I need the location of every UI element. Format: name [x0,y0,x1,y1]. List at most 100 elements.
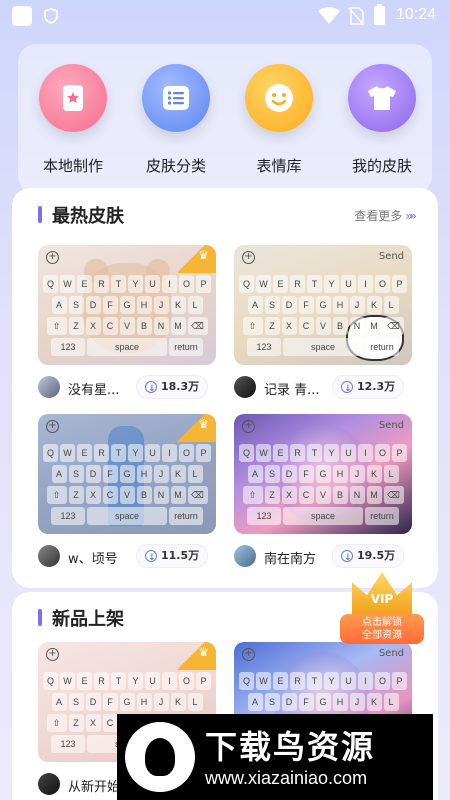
keyboard-row: 123spacereturn [42,507,212,525]
section-title: 新品上架 [52,609,124,630]
keyboard-key: ⇧ [46,317,67,335]
smiley-icon [245,64,313,132]
keyboard-key: U [145,275,160,293]
keyboard-row: ASDFGHJKL [238,465,408,483]
premium-crown-icon [178,642,216,670]
keyboard-key: Z [264,317,280,335]
skin-name: w、顷号 [68,552,118,567]
keyboard-key: J [349,296,365,314]
keyboard-key: D [85,465,101,483]
keyboard-key: H [332,693,348,711]
keyboard-key: M [170,486,186,504]
keyboard-key: A [51,296,67,314]
plus-icon: + [46,420,59,433]
skin-card[interactable]: + Send QWERTYUIOP ASDFGHJKL ⇧ZXCVBNM⌫ 123spa… [234,245,412,409]
keyboard-key: S [264,693,280,711]
avatar [38,376,60,398]
keyboard-key: C [102,486,118,504]
keyboard-key: D [281,296,297,314]
keyboard-key: R [290,672,305,690]
keyboard-key: Q [43,672,58,690]
download-count: 18.3万 [161,380,200,393]
keyboard-key: N [153,486,169,504]
category-emoji-library[interactable]: 表情库 [234,64,324,176]
keyboard-key: R [290,444,305,462]
keyboard-keys: QWERTYUIOP ASDFGHJKL ⇧ZXCVBNM⌫ 123spaceretu… [42,275,212,359]
download-count-badge: 12.3万 [332,375,404,400]
keyboard-key: X [85,317,101,335]
send-key: Send [378,648,404,659]
no-sim-icon [348,7,364,25]
keyboard-key: R [290,275,305,293]
keyboard-key: J [153,465,169,483]
keyboard-key: Y [128,444,143,462]
tshirt-icon [348,64,416,132]
keyboard-key: Z [264,486,280,504]
keyboard-row: ASDFGHJKL [42,693,212,711]
category-label: 表情库 [256,157,302,175]
skin-card[interactable]: + Send QWERTYUIOP ASDFGHJKL ⇧ZXCVBNM⌫ 123spa… [234,414,412,578]
keyboard-key: T [111,444,126,462]
keyboard-key: P [392,275,407,293]
plus-icon: + [46,648,59,661]
keyboard-key: U [341,275,356,293]
category-skin-types[interactable]: 皮肤分类 [131,64,221,176]
keyboard-key: P [392,672,407,690]
keyboard-key: 123 [51,338,85,356]
keyboard-key: L [383,296,399,314]
send-key: Send [378,251,404,262]
plus-icon: + [242,251,255,264]
keyboard-row: ASDFGHJKL [42,296,212,314]
keyboard-key: Y [324,672,339,690]
keyboard-row: QWERTYUIOP [42,444,212,462]
wifi-icon [318,7,340,24]
view-more-link[interactable]: 查看更多»» [354,207,417,224]
card-icon [39,64,107,132]
category-label: 我的皮肤 [351,157,412,175]
keyboard-key: A [51,693,67,711]
battery-icon [374,4,385,25]
vip-unlock-badge[interactable]: VIP 点击解锁 全部资源 [334,572,430,648]
download-count-badge: 19.5万 [332,544,404,569]
keyboard-key: V [315,486,331,504]
keyboard-row: 123spacereturn [42,338,212,356]
status-time: 10:24 [396,6,437,23]
keyboard-key: B [332,486,348,504]
keyboard-key: X [281,317,297,335]
keyboard-key: K [366,693,382,711]
skin-card[interactable]: + QWERTYUIOP ASDFGHJKL ⇧ZXCVBNM⌫ 123spacere… [38,414,216,578]
category-my-skins[interactable]: 我的皮肤 [337,64,427,176]
premium-crown-icon [178,245,216,273]
category-local-make[interactable]: 本地制作 [28,64,118,176]
keyboard-key: V [315,317,331,335]
keyboard-row: ⇧ZXCVBNM⌫ [42,317,212,335]
keyboard-key: 123 [247,338,281,356]
keyboard-key: C [102,714,118,732]
keyboard-row: ASDFGHJKL [238,693,408,711]
keyboard-key: P [196,444,211,462]
keyboard-key: F [102,296,118,314]
keyboard-key: E [273,672,288,690]
keyboard-key: P [196,672,211,690]
keyboard-key: L [383,693,399,711]
keyboard-key: W [256,275,271,293]
keyboard-key: E [273,444,288,462]
keyboard-key: W [60,275,75,293]
keyboard-key: X [85,714,101,732]
keyboard-key: T [307,672,322,690]
premium-crown-icon [178,414,216,442]
keyboard-key: O [375,672,390,690]
keyboard-key: Y [324,444,339,462]
skin-card[interactable]: + QWERTYUIOP ASDFGHJKL ⇧ZXCVBNM⌫ 123spacere… [38,245,216,409]
keyboard-key: T [307,275,322,293]
keyboard-key: 123 [51,507,85,525]
skin-preview: + Send QWERTYUIOP ASDFGHJKL ⇧ZXCVBNM⌫ 123spa… [234,245,412,365]
keyboard-key: 123 [247,507,281,525]
keyboard-key: K [366,465,382,483]
keyboard-key: U [145,672,160,690]
keyboard-keys: QWERTYUIOP ASDFGHJKL ⇧ZXCVBNM⌫ 123spaceretu… [238,275,408,359]
keyboard-key: K [170,465,186,483]
keyboard-key: ⌫ [187,486,208,504]
keyboard-key: K [170,693,186,711]
keyboard-key: O [179,444,194,462]
